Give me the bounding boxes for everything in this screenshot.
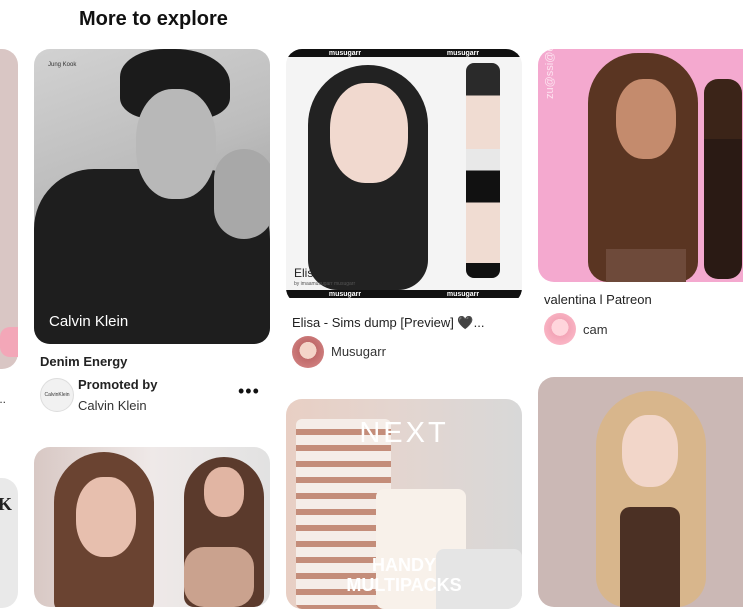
pin-image-face <box>136 89 216 199</box>
pin-valentina[interactable]: zu@ssi@e <box>538 49 743 282</box>
pin-elisa[interactable]: musugarr musugarr Elisa by imaamusugarr … <box>286 49 522 304</box>
pin-title[interactable]: valentina l Patreon <box>544 292 652 307</box>
pin-partial-left-bottom-label: K <box>0 494 12 514</box>
pin-partial-left[interactable] <box>0 49 18 369</box>
pin-image-full-figure <box>466 63 500 278</box>
watermark-left: musugarr <box>328 49 362 57</box>
pin-image-brand: Calvin Klein <box>49 313 129 330</box>
pin-partial-left-image <box>0 327 18 357</box>
watermark-right: musugarr <box>446 49 480 57</box>
watermark-right: musugarr <box>446 290 480 298</box>
pin-blonde-sim[interactable] <box>538 377 743 607</box>
pin-hair-lookbook[interactable] <box>34 447 270 607</box>
advertiser-logo[interactable]: CalvinKlein <box>40 378 74 412</box>
pin-image-face <box>622 415 678 487</box>
pin-image-body-right <box>184 547 254 607</box>
pin-image-name: Elisa <box>294 266 321 280</box>
section-title: More to explore <box>79 8 228 30</box>
pin-image-face <box>616 79 676 159</box>
pin-image-second-figure <box>704 79 742 279</box>
avatar[interactable] <box>292 336 324 368</box>
tagline-line-1: HANDY <box>371 555 436 575</box>
pin-image-small-text: Jung Kook <box>48 62 77 68</box>
pin-image-hand <box>214 149 270 239</box>
brand-logo: NEXT <box>359 417 449 449</box>
watermark-bottom: musugarr musugarr <box>286 290 522 298</box>
pin-image-top <box>606 249 686 282</box>
pin-image-tagline: HANDY MULTIPACKS <box>286 555 522 595</box>
pin-partial-left-bottom[interactable]: K <box>0 478 18 608</box>
watermark-left: musugarr <box>328 290 362 298</box>
pin-author[interactable]: Musugarr <box>331 344 386 359</box>
pin-image-face-right <box>204 467 244 517</box>
promoted-label: Promoted by <box>78 377 158 392</box>
watermark-top: musugarr musugarr <box>286 49 522 57</box>
pin-image-face <box>330 83 408 183</box>
pin-image-dress <box>620 507 680 607</box>
pin-next-multipacks[interactable]: NEXT HANDY MULTIPACKS <box>286 399 522 609</box>
tagline-line-2: MULTIPACKS <box>346 575 462 595</box>
more-options-icon[interactable]: ••• <box>238 382 260 400</box>
advertiser-name[interactable]: Calvin Klein <box>78 398 147 413</box>
pin-image-face-left <box>76 477 136 557</box>
pin-partial-left-more[interactable]: ... <box>0 392 6 406</box>
pin-image-side-text: zu@ssi@e <box>544 49 556 99</box>
pin-title[interactable]: Denim Energy <box>40 354 127 369</box>
pin-author[interactable]: cam <box>583 322 608 337</box>
avatar[interactable] <box>544 313 576 345</box>
pin-image-by: by imaamusugarr musugarr <box>294 281 356 287</box>
pin-title[interactable]: Elisa - Sims dump [Preview] 🖤... <box>292 315 484 331</box>
pin-calvin-klein[interactable]: Jung Kook Calvin Klein <box>34 49 270 344</box>
